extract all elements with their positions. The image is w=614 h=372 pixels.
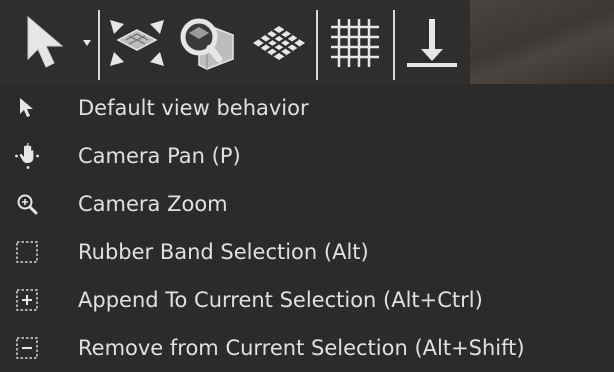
viewport-background: [470, 0, 614, 84]
dashed-rectangle-icon: [14, 239, 40, 265]
menu-item-label: Camera Zoom: [78, 192, 228, 216]
menu-item-label: Default view behavior: [78, 96, 309, 120]
pan-hand-icon: [14, 143, 40, 169]
menu-item-label: Append To Current Selection (Alt+Ctrl): [78, 288, 483, 312]
menu-item-remove-selection[interactable]: Remove from Current Selection (Alt+Shift…: [0, 324, 614, 372]
zoom-icon: [14, 191, 40, 217]
zoom-selection-button[interactable]: [174, 8, 240, 78]
menu-item-rubber-band-selection[interactable]: Rubber Band Selection (Alt): [0, 228, 614, 276]
dashed-plus-icon: [14, 287, 40, 313]
menu-item-camera-pan[interactable]: Camera Pan (P): [0, 132, 614, 180]
viewport-toolbar: [0, 0, 614, 88]
grid-icon: [331, 19, 379, 67]
drop-to-floor-icon: [407, 19, 457, 67]
view-behavior-menu: Default view behavior Camera Pan (P) Cam…: [0, 84, 614, 370]
drop-to-floor-button[interactable]: [398, 8, 464, 78]
fit-to-view-icon: [110, 20, 164, 66]
toolbar-separator: [316, 10, 318, 80]
grid-toggle-button[interactable]: [322, 8, 388, 78]
menu-item-default-view[interactable]: Default view behavior: [0, 84, 614, 132]
grid-plane-icon: [253, 26, 305, 60]
view-behavior-dropdown[interactable]: [80, 8, 94, 78]
dashed-minus-icon: [14, 335, 40, 361]
grid-plane-button[interactable]: [246, 8, 312, 78]
dropdown-arrow-icon: [83, 40, 91, 46]
menu-item-camera-zoom[interactable]: Camera Zoom: [0, 180, 614, 228]
menu-item-label: Rubber Band Selection (Alt): [78, 240, 369, 264]
menu-item-label: Camera Pan (P): [78, 144, 241, 168]
pointer-arrow-icon: [27, 15, 64, 68]
menu-item-append-selection[interactable]: Append To Current Selection (Alt+Ctrl): [0, 276, 614, 324]
toolbar-separator: [393, 10, 395, 80]
toolbar-separator: [98, 10, 100, 80]
fit-view-button[interactable]: [104, 8, 170, 78]
menu-item-label: Remove from Current Selection (Alt+Shift…: [78, 336, 525, 360]
zoom-to-selection-icon: [180, 18, 234, 70]
pointer-arrow-icon: [14, 95, 40, 121]
view-behavior-button[interactable]: [14, 8, 78, 78]
